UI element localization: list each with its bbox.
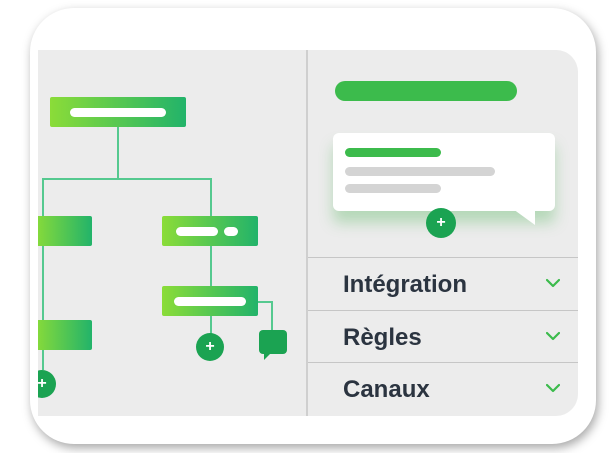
message-line xyxy=(345,148,441,157)
chevron-down-icon xyxy=(546,278,560,288)
accordion-integration[interactable]: Intégration xyxy=(308,257,578,310)
chat-icon[interactable] xyxy=(259,330,287,360)
message-preview-card[interactable] xyxy=(333,133,555,225)
connector xyxy=(210,316,212,334)
accordion-label: Intégration xyxy=(343,271,467,298)
accordion-label: Règles xyxy=(343,324,422,351)
add-node-button[interactable]: + xyxy=(38,370,56,398)
connector xyxy=(42,178,44,216)
flow-node-right[interactable] xyxy=(162,216,258,246)
flow-node-left[interactable] xyxy=(38,216,92,246)
chevron-down-icon xyxy=(546,331,560,341)
connector xyxy=(42,246,44,320)
accordion-label: Canaux xyxy=(343,376,430,403)
plus-icon: + xyxy=(38,375,47,392)
add-node-button[interactable]: + xyxy=(196,333,224,361)
connector xyxy=(210,178,212,216)
connector xyxy=(42,350,44,370)
connector xyxy=(210,246,212,286)
accordion-channels[interactable]: Canaux xyxy=(308,362,578,415)
outer-card: + + + Intégration Règles Canaux xyxy=(30,8,596,444)
plus-icon: + xyxy=(436,214,446,231)
node-label-bar xyxy=(176,227,218,236)
plus-icon: + xyxy=(205,338,215,355)
node-label-bar xyxy=(224,227,238,236)
message-line xyxy=(345,167,495,176)
flow-node-message[interactable] xyxy=(162,286,258,316)
panel-title-placeholder xyxy=(335,81,517,101)
accordion-rules[interactable]: Règles xyxy=(308,310,578,363)
node-label-bar xyxy=(70,108,166,117)
connector xyxy=(42,178,212,180)
connector xyxy=(271,301,273,331)
flow-node-bottom-left[interactable] xyxy=(38,320,92,350)
settings-panel: + Intégration Règles Canaux xyxy=(308,50,578,416)
flow-node-root[interactable] xyxy=(50,97,186,127)
node-label-bar xyxy=(174,297,246,306)
add-message-button[interactable]: + xyxy=(426,208,456,238)
chevron-down-icon xyxy=(546,383,560,393)
message-card-tail xyxy=(513,209,535,225)
message-line xyxy=(345,184,441,193)
connector xyxy=(117,127,119,179)
app-panel: + + + Intégration Règles Canaux xyxy=(38,50,578,416)
flow-canvas[interactable]: + + xyxy=(38,50,306,416)
